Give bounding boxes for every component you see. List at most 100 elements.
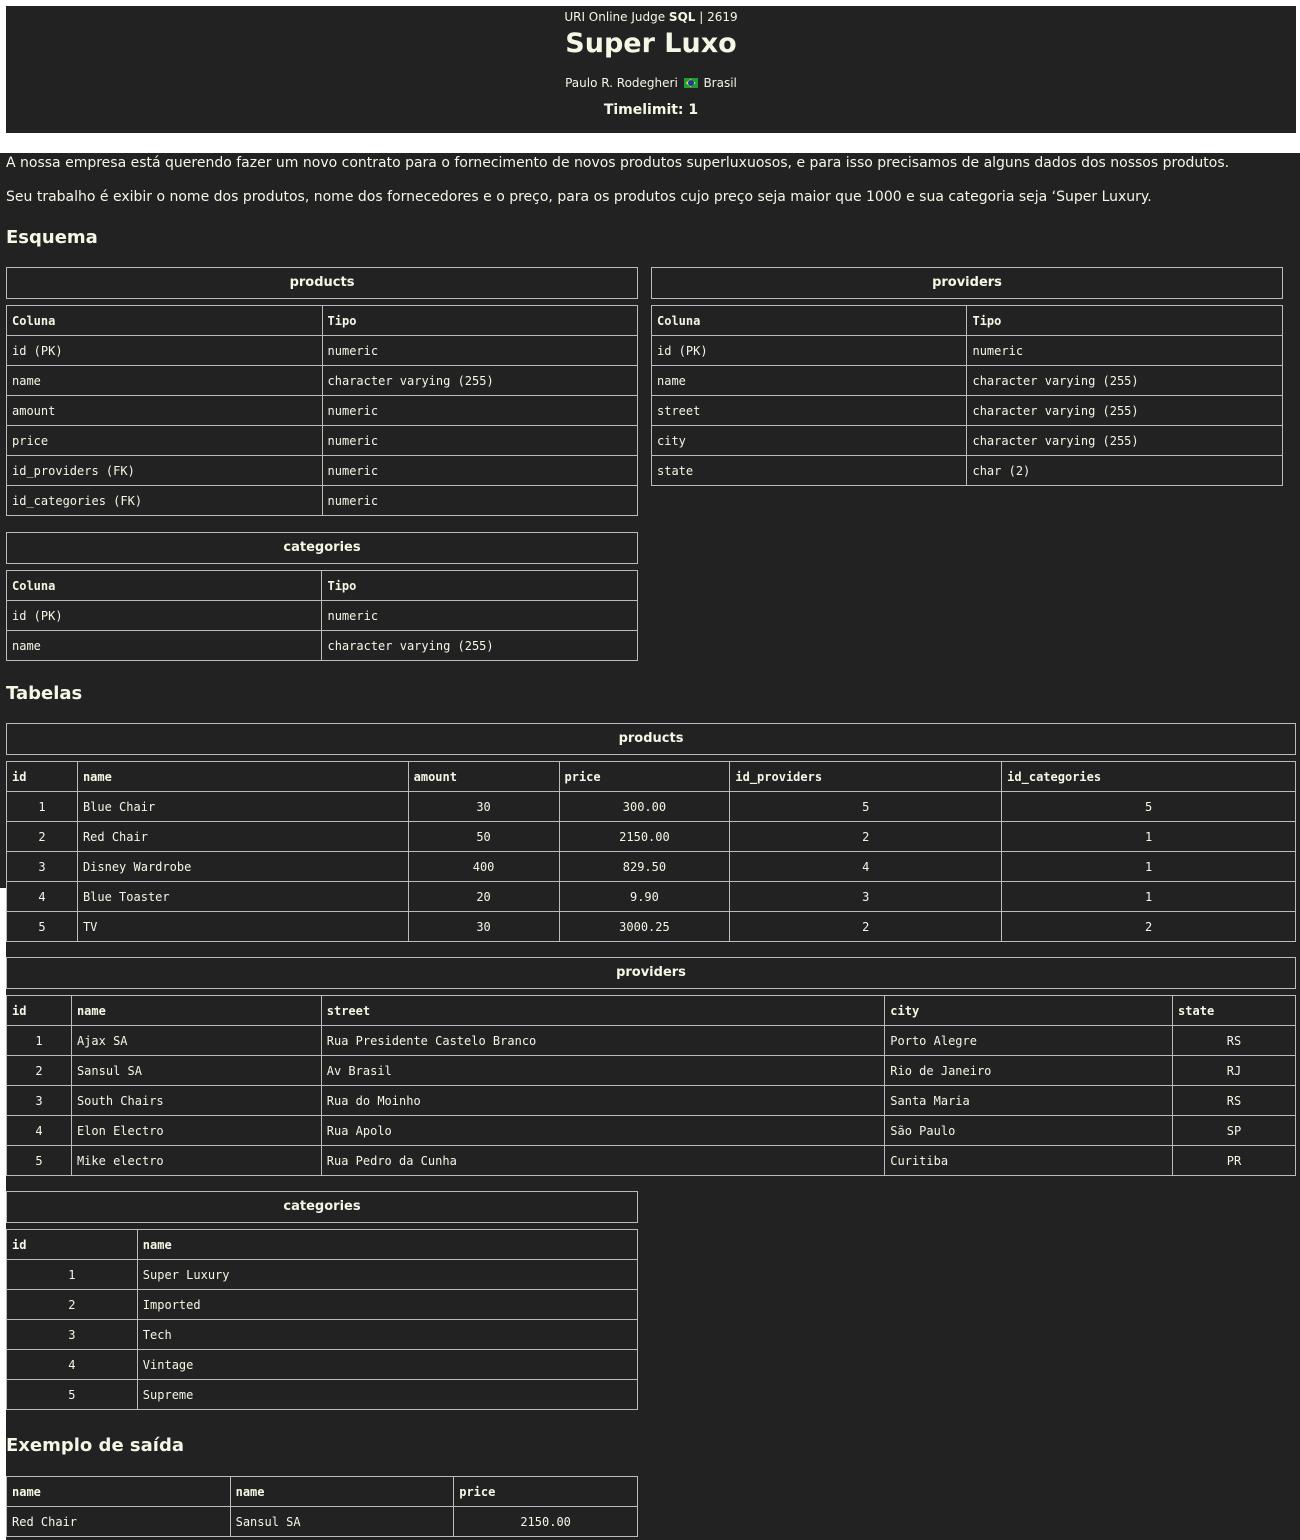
table-cell: numeric (321, 600, 638, 631)
timelimit: Timelimit: 1 (603, 102, 699, 118)
table-row: id (PK) numeric (6, 335, 639, 366)
column-header: price (453, 1476, 638, 1507)
table-cell: 2 (6, 821, 78, 852)
table-cell: Blue Chair (76, 791, 409, 822)
table-cell: 1 (6, 791, 78, 822)
schema-categories-table: Coluna Tipo id (PK) numeric name character… (5, 570, 638, 661)
table-cell: char (2) (966, 455, 1283, 486)
table-cell: 2 (729, 821, 1003, 852)
table-cell: numeric (321, 395, 639, 426)
table-row: city character varying (255) (650, 425, 1283, 456)
table-row: 5 Mike electro Rua Pedro da Cunha Curiti… (6, 1145, 1296, 1176)
table-cell: id (PK) (5, 600, 323, 631)
table-cell: 3 (729, 881, 1003, 912)
table-cell: 1 (1001, 881, 1296, 912)
table-cell: Vintage (136, 1349, 639, 1380)
table-row: name character varying (255) (5, 630, 638, 661)
table-row: 3 Tech (6, 1319, 639, 1350)
output-heading: Exemplo de saída (6, 1435, 184, 1456)
table-row: 1 Super Luxury (6, 1259, 639, 1290)
author-name[interactable]: Paulo R. Rodegheri (565, 76, 678, 90)
table-header-row: Coluna Tipo (650, 305, 1283, 336)
schema-providers-caption: providers (651, 267, 1283, 299)
table-cell: 3000.25 (558, 911, 731, 942)
table-cell: numeric (321, 335, 639, 366)
table-cell: 829.50 (558, 851, 731, 882)
column-header: id_categories (1001, 761, 1296, 792)
table-cell: Rua Apolo (320, 1115, 886, 1146)
table-row: street character varying (255) (650, 395, 1283, 426)
table-cell: São Paulo (884, 1115, 1174, 1146)
table-row: state char (2) (650, 455, 1283, 486)
table-cell: 4 (6, 1115, 72, 1146)
column-header: amount (407, 761, 560, 792)
table-cell: 50 (407, 821, 560, 852)
table-cell: numeric (966, 335, 1283, 366)
table-cell: 1 (1001, 821, 1296, 852)
table-cell: 4 (729, 851, 1003, 882)
table-row: id (PK) numeric (650, 335, 1283, 366)
table-cell: id_categories (FK) (6, 485, 323, 516)
problem-title: Super Luxo (565, 28, 737, 59)
table-cell: numeric (321, 425, 639, 456)
table-cell: state (650, 455, 968, 486)
table-cell: SP (1172, 1115, 1296, 1146)
column-header: name (70, 995, 322, 1026)
schema-categories-caption: categories (6, 532, 638, 564)
table-cell: 2150.00 (558, 821, 731, 852)
table-cell: 300.00 (558, 791, 731, 822)
table-cell: Supreme (136, 1379, 639, 1410)
table-cell: Disney Wardrobe (76, 851, 409, 882)
table-cell: 400 (407, 851, 560, 882)
table-cell: character varying (255) (321, 630, 638, 661)
column-header: name (6, 1476, 231, 1507)
table-cell: Curitiba (884, 1145, 1174, 1176)
table-cell: Tech (136, 1319, 639, 1350)
judge-suffix: | 2619 (699, 10, 738, 24)
table-row: 5 TV 30 3000.25 2 2 (6, 911, 1296, 942)
table-cell: Porto Alegre (884, 1025, 1174, 1056)
table-row: 1 Blue Chair 30 300.00 5 5 (6, 791, 1296, 822)
column-header: name (136, 1229, 639, 1260)
table-cell: character varying (255) (321, 365, 639, 396)
table-cell: Rio de Janeiro (884, 1055, 1174, 1086)
table-row: 2 Red Chair 50 2150.00 2 1 (6, 821, 1296, 852)
table-cell: amount (6, 395, 323, 426)
table-cell: 1 (6, 1025, 72, 1056)
table-cell: name (5, 630, 323, 661)
table-cell: Ajax SA (70, 1025, 322, 1056)
table-cell: 4 (6, 1349, 138, 1380)
column-header: Coluna (650, 305, 968, 336)
table-cell: 20 (407, 881, 560, 912)
schema-products-caption: products (6, 267, 638, 299)
table-row: id_providers (FK) numeric (6, 455, 639, 486)
table-cell: 3 (6, 1085, 72, 1116)
column-header: Tipo (321, 305, 639, 336)
author-line: Paulo R. Rodegheri Brasil (6, 76, 1296, 90)
table-header-row: id name amount price id_providers id_cat… (6, 761, 1296, 792)
author-country: Brasil (703, 76, 737, 90)
table-cell: 5 (6, 1379, 138, 1410)
table-cell: Santa Maria (884, 1085, 1174, 1116)
table-row: 4 Blue Toaster 20 9.90 3 1 (6, 881, 1296, 912)
column-header: id (6, 995, 72, 1026)
table-cell: character varying (255) (966, 395, 1283, 426)
judge-prefix: URI Online Judge (564, 10, 666, 24)
table-cell: 30 (407, 911, 560, 942)
table-cell: id (PK) (650, 335, 968, 366)
table-cell: 2 (6, 1055, 72, 1086)
column-header: state (1172, 995, 1296, 1026)
table-header-row: name name price (6, 1476, 638, 1507)
table-cell: Imported (136, 1289, 639, 1320)
table-header-row: id name (6, 1229, 639, 1260)
output-table: name name price Red Chair Sansul SA 2150… (6, 1476, 638, 1537)
schema-heading: Esquema (6, 227, 98, 248)
table-cell: id_providers (FK) (6, 455, 323, 486)
table-cell: RS (1172, 1025, 1296, 1056)
table-row: price numeric (6, 425, 639, 456)
table-cell: 30 (407, 791, 560, 822)
table-row: 5 Supreme (6, 1379, 639, 1410)
table-cell: 2 (729, 911, 1003, 942)
table-cell: Sansul SA (70, 1055, 322, 1086)
table-cell: 4 (6, 881, 78, 912)
